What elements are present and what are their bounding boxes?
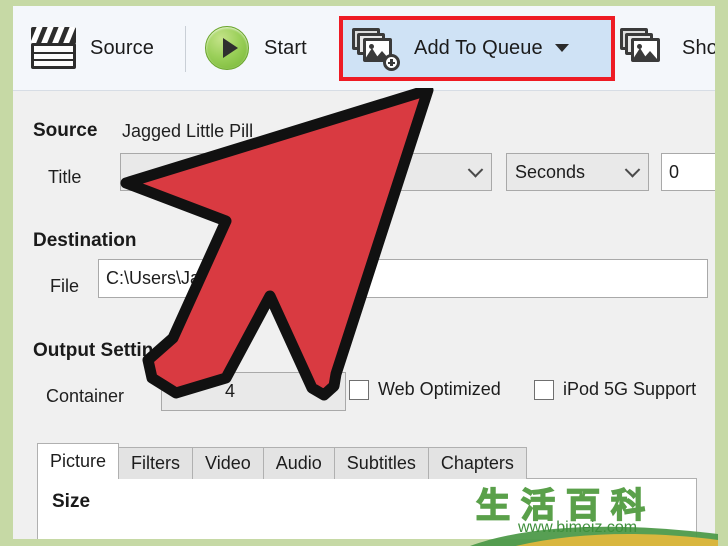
toolbar-divider: [185, 26, 186, 72]
destination-heading: Destination: [33, 230, 137, 251]
tab-chapters-label: Chapters: [440, 453, 514, 473]
tab-chapters[interactable]: Chapters: [427, 447, 527, 479]
tab-picture[interactable]: Picture: [37, 443, 120, 479]
play-circle-icon: [205, 26, 249, 70]
units-dropdown[interactable]: Seconds: [506, 153, 649, 191]
plus-badge-icon: [383, 54, 400, 71]
ipod-support-checkbox-row[interactable]: iPod 5G Support: [534, 379, 696, 400]
main-toolbar: Source Start Add To Queue Sho: [13, 6, 715, 91]
destination-file-value: C:\Users\Jan mp4: [106, 268, 251, 288]
title-dropdown[interactable]: [120, 153, 492, 191]
container-dropdown[interactable]: 4: [161, 372, 346, 411]
toolbar-button-source[interactable]: Source: [31, 17, 154, 79]
handbrake-window: Source Start Add To Queue Sho Source Jag…: [13, 6, 715, 539]
start-seconds-value: 0: [669, 161, 680, 182]
ipod-support-checkbox[interactable]: [534, 379, 554, 400]
source-heading: Source: [33, 120, 98, 141]
toolbar-button-start[interactable]: Start: [205, 17, 307, 79]
toolbar-label-source: Source: [90, 36, 154, 59]
clapperboard-icon: [31, 27, 76, 69]
toolbar-button-show-queue[interactable]: Show: [620, 17, 715, 79]
ipod-support-label: iPod 5G Support: [563, 379, 697, 399]
container-label: Container: [46, 386, 125, 406]
output-settings-heading: Output Settings: [33, 340, 176, 361]
tab-filters-label: Filters: [131, 453, 181, 473]
tab-strip: Picture Filters Video Audio Subtitles Ch…: [37, 443, 527, 479]
tab-subtitles-label: Subtitles: [346, 453, 416, 473]
settings-tab-panel: Size Picture Filters Video Audio Subtitl…: [37, 443, 697, 539]
file-label: File: [50, 276, 80, 296]
source-name-value: Jagged Little Pill: [122, 121, 254, 141]
toolbar-label-start: Start: [264, 36, 307, 59]
start-seconds-input[interactable]: 0: [661, 153, 715, 191]
chevron-down-icon: [624, 162, 641, 178]
size-heading: Size: [52, 491, 91, 512]
tab-audio[interactable]: Audio: [262, 447, 335, 479]
destination-file-input[interactable]: C:\Users\Jan mp4: [98, 259, 708, 298]
tab-video[interactable]: Video: [192, 447, 264, 479]
toolbar-label-show-queue: Show: [682, 36, 715, 59]
add-to-queue-icon: [352, 28, 400, 71]
tab-content-picture: Size: [37, 478, 697, 539]
web-optimized-checkbox-row[interactable]: Web Optimized: [349, 379, 501, 400]
toolbar-button-add-to-queue[interactable]: Add To Queue: [352, 17, 569, 79]
web-optimized-label: Web Optimized: [378, 379, 501, 399]
tab-audio-label: Audio: [275, 453, 322, 473]
show-queue-icon: [620, 28, 666, 68]
tab-picture-label: Picture: [50, 451, 107, 471]
toolbar-label-add-to-queue: Add To Queue: [414, 36, 543, 59]
web-optimized-checkbox[interactable]: [349, 379, 369, 400]
container-dropdown-value: 4: [225, 381, 236, 401]
screenshot-root: Source Start Add To Queue Sho Source Jag…: [0, 0, 728, 546]
chevron-down-icon: [467, 162, 484, 178]
tab-video-label: Video: [205, 453, 251, 473]
title-label: Title: [48, 167, 82, 187]
units-dropdown-value: Seconds: [515, 161, 586, 182]
chevron-down-icon[interactable]: [554, 44, 569, 52]
tab-subtitles[interactable]: Subtitles: [333, 447, 429, 479]
tab-filters[interactable]: Filters: [118, 447, 194, 479]
